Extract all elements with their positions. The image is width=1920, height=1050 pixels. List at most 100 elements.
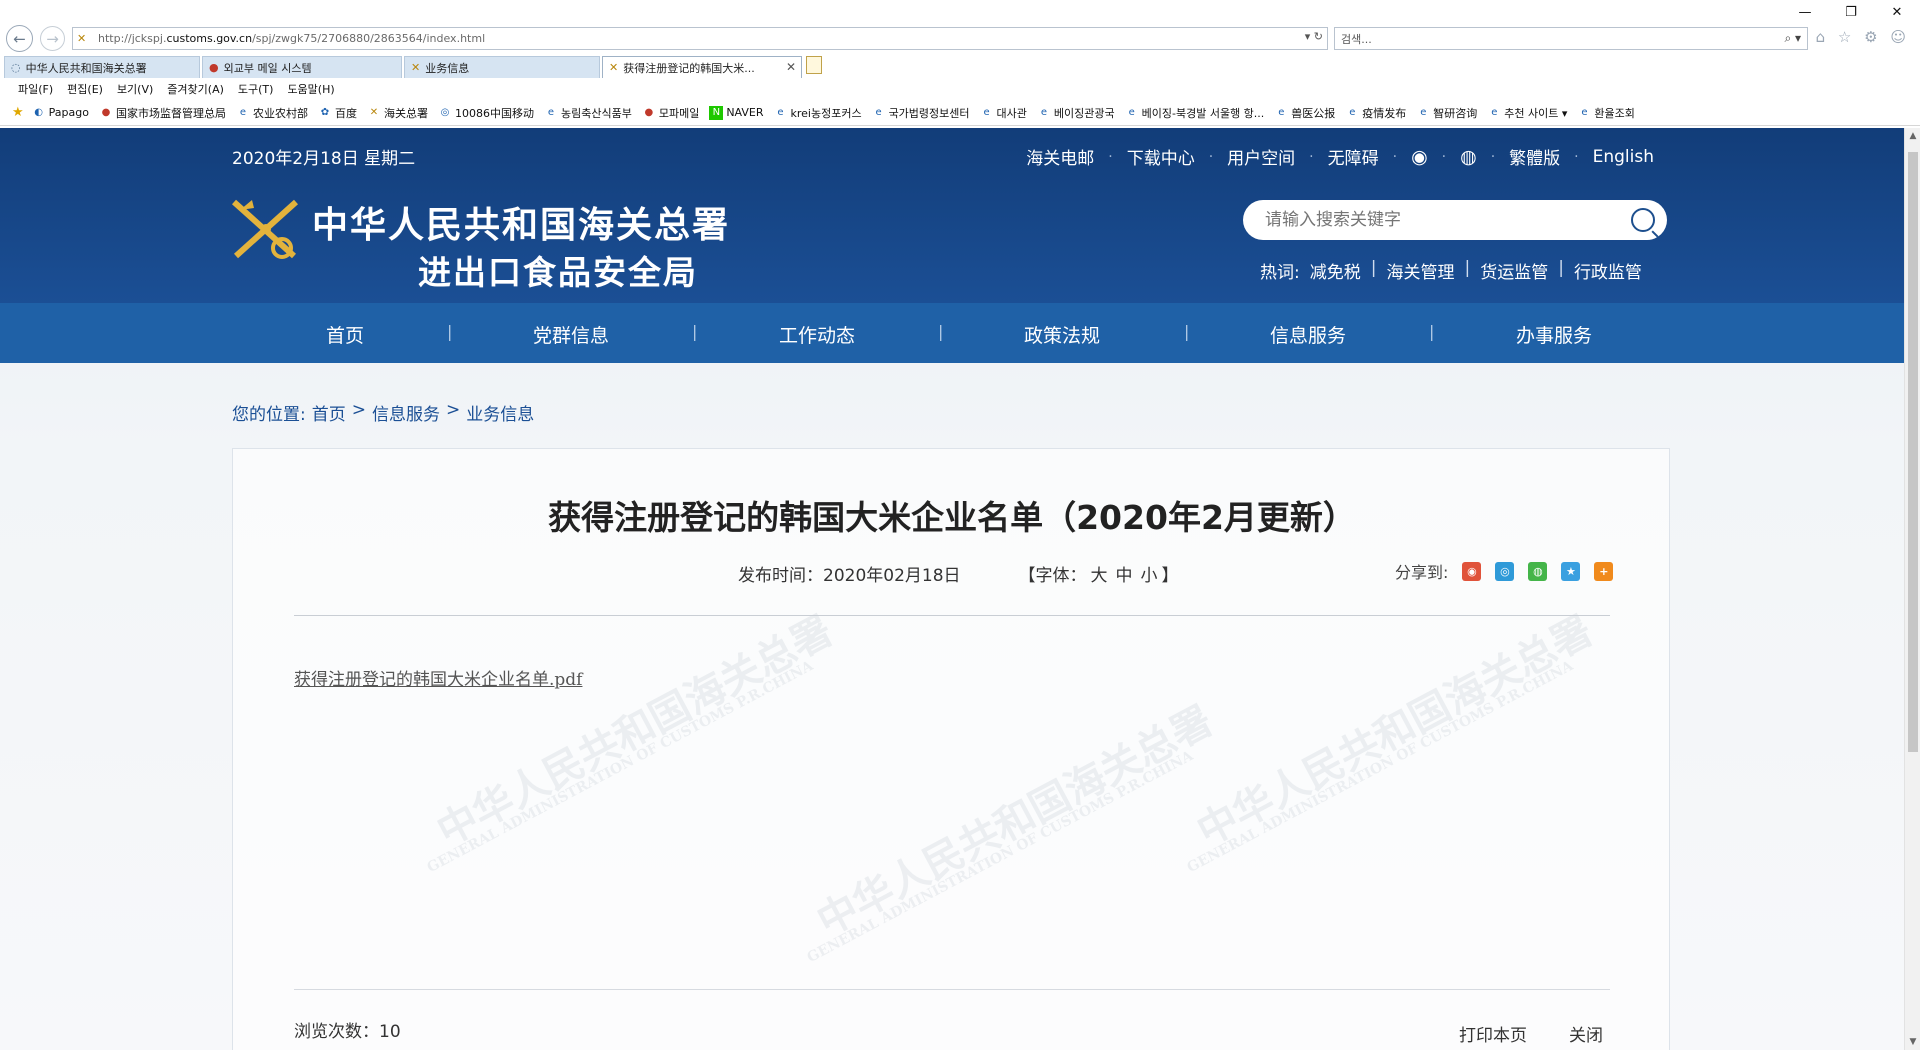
- nav-affairs-service[interactable]: 办事服务: [1516, 321, 1592, 348]
- site-search-box: [1243, 200, 1667, 240]
- fav-item[interactable]: e 兽医公报: [1274, 105, 1335, 121]
- scroll-up-icon[interactable]: ▲: [1905, 128, 1920, 144]
- browser-search-input[interactable]: 검색... ⌕ ▾: [1334, 27, 1808, 50]
- fav-item[interactable]: e 추천 사이트 ▾: [1487, 105, 1567, 121]
- wechat-icon[interactable]: ◍: [1446, 146, 1491, 168]
- fav-item[interactable]: e 국가법령정보센터: [872, 105, 969, 121]
- korea-flag-icon: ●: [209, 61, 219, 74]
- search-icon[interactable]: ⌕ ▾: [1784, 31, 1801, 46]
- share-bar: 分享到: ◉ ◎ ◍ ★ +: [1395, 559, 1614, 583]
- baidu-icon: ✿: [320, 107, 330, 118]
- share-wechat-icon[interactable]: ◍: [1528, 561, 1548, 581]
- link-customs-mail[interactable]: 海关电邮: [1012, 144, 1108, 169]
- site-favicon-icon: ✕: [369, 107, 379, 118]
- fav-item[interactable]: ✿ 百度: [318, 105, 357, 121]
- fav-item[interactable]: e 智研咨询: [1416, 105, 1477, 121]
- link-accessibility[interactable]: 无障碍: [1314, 144, 1393, 169]
- weibo-icon[interactable]: ◉: [1397, 146, 1442, 168]
- link-traditional-chinese[interactable]: 繁體版: [1495, 144, 1574, 169]
- menu-file[interactable]: 파일(F): [18, 81, 53, 97]
- fav-item[interactable]: ● 모파메일: [642, 105, 699, 121]
- nav-info-service[interactable]: 信息服务: [1270, 321, 1346, 348]
- font-size-medium[interactable]: 中: [1116, 566, 1133, 586]
- print-button[interactable]: 打印本页: [1459, 1021, 1527, 1046]
- breadcrumb-label: 您的位置:: [232, 405, 306, 425]
- minimize-button[interactable]: —: [1782, 0, 1828, 24]
- scroll-thumb[interactable]: [1908, 152, 1918, 752]
- font-size-large[interactable]: 大: [1091, 566, 1108, 586]
- hotword-link[interactable]: 海关管理: [1386, 258, 1454, 283]
- pdf-attachment-link[interactable]: 获得注册登记的韩国大米企业名单.pdf: [294, 665, 582, 690]
- fav-item[interactable]: e 베이징관광국: [1037, 105, 1115, 121]
- forward-button[interactable]: →: [40, 26, 65, 51]
- nav-home[interactable]: 首页: [326, 321, 364, 348]
- fav-item[interactable]: e 农业农村部: [236, 105, 308, 121]
- fav-item[interactable]: e krei농정포커스: [773, 105, 861, 121]
- ie-page-icon: e: [1128, 107, 1135, 118]
- fav-item[interactable]: N NAVER: [709, 105, 763, 120]
- tab-strip: ◌ 中华人民共和国海关总署 ● 외교부 메일 시스템 ✕ 业务信息 ✕ 获得注册…: [0, 54, 1920, 78]
- menu-tools[interactable]: 도구(T): [238, 81, 274, 97]
- search-icon[interactable]: [1631, 208, 1655, 232]
- nav-policy[interactable]: 政策法规: [1024, 321, 1100, 348]
- tab-business-info[interactable]: ✕ 业务信息: [404, 56, 600, 78]
- menu-favorites[interactable]: 즐겨찾기(A): [167, 81, 224, 97]
- nav-party-info[interactable]: 党群信息: [533, 321, 609, 348]
- breadcrumb: 您的位置: 首页 > 信息服务 > 业务信息: [232, 400, 535, 425]
- new-tab-button[interactable]: [806, 56, 822, 74]
- refresh-icon[interactable]: ▾ ↻: [1305, 30, 1323, 43]
- site-header: 2020年2月18日 星期二 海关电邮 · 下载中心 · 用户空间 · 无障碍 …: [0, 128, 1904, 303]
- link-download-center[interactable]: 下载中心: [1113, 144, 1209, 169]
- nav-work-news[interactable]: 工作动态: [779, 321, 855, 348]
- fav-item[interactable]: e 농림축산식품부: [544, 105, 632, 121]
- favorites-star-icon[interactable]: ★: [12, 105, 24, 120]
- fav-item[interactable]: ◎ 10086中国移动: [438, 105, 534, 121]
- restore-button[interactable]: ❐: [1828, 0, 1874, 24]
- address-bar[interactable]: ✕ http://jckspj.customs.gov.cn/spj/zwgk7…: [72, 27, 1328, 50]
- fav-item[interactable]: ● 国家市场监督管理总局: [99, 105, 226, 121]
- tab-mofa-mail[interactable]: ● 외교부 메일 시스템: [202, 56, 402, 78]
- fav-item[interactable]: ✕ 海关总署: [367, 105, 428, 121]
- link-user-space[interactable]: 用户空间: [1213, 144, 1309, 169]
- hotword-link[interactable]: 减免税: [1310, 258, 1361, 283]
- fav-item[interactable]: e 疫情发布: [1345, 105, 1406, 121]
- scroll-down-icon[interactable]: ▼: [1905, 1034, 1920, 1050]
- share-weibo-icon[interactable]: ◉: [1462, 561, 1482, 581]
- breadcrumb-home[interactable]: 首页: [312, 400, 346, 425]
- close-window-button[interactable]: ✕: [1874, 0, 1920, 24]
- page-scrollbar[interactable]: ▲ ▼: [1904, 128, 1920, 1050]
- font-size-small[interactable]: 小: [1141, 566, 1158, 586]
- site-search-input[interactable]: [1265, 210, 1605, 230]
- watermark: GENERAL ADMINISTRATION OF CUSTOMS P.R.CH…: [1184, 657, 1576, 877]
- share-more-icon[interactable]: +: [1594, 561, 1614, 581]
- home-favorites-settings-icons[interactable]: ⌂ ☆ ⚙ ☺: [1816, 28, 1910, 46]
- menu-edit[interactable]: 편집(E): [67, 81, 103, 97]
- watermark: 中华人民共和国海关总署: [809, 697, 1220, 946]
- fav-item[interactable]: ◐ Papago: [32, 106, 89, 120]
- breadcrumb-business-info[interactable]: 业务信息: [466, 400, 534, 425]
- view-count: 浏览次数：10: [294, 1022, 401, 1042]
- share-qq-star-icon[interactable]: ★: [1561, 561, 1581, 581]
- ie-page-icon: e: [1278, 107, 1285, 118]
- fav-item[interactable]: e 대사관: [980, 105, 1026, 121]
- tab-rice-list[interactable]: ✕ 获得注册登记的韩国大米... ✕: [602, 56, 802, 78]
- ie-page-icon: e: [1581, 107, 1588, 118]
- url-text: http://jckspj.customs.gov.cn/spj/zwgk75/…: [98, 32, 486, 45]
- article-panel: 中华人民共和国海关总署 GENERAL ADMINISTRATION OF CU…: [232, 448, 1670, 1050]
- current-date: 2020年2月18日 星期二: [232, 149, 416, 169]
- fav-item[interactable]: e 환율조회: [1577, 105, 1635, 121]
- link-english[interactable]: English: [1579, 147, 1668, 167]
- share-qzone-icon[interactable]: ◎: [1495, 561, 1515, 581]
- ie-page-icon: e: [1349, 107, 1356, 118]
- close-tab-icon[interactable]: ✕: [786, 60, 796, 74]
- menu-view[interactable]: 보기(V): [117, 81, 153, 97]
- hotword-link[interactable]: 行政监管: [1574, 258, 1642, 283]
- hotword-link[interactable]: 货运监管: [1480, 258, 1548, 283]
- fav-item[interactable]: e 베이징-북경발 서울행 항...: [1125, 105, 1265, 121]
- back-button[interactable]: ←: [6, 25, 33, 52]
- tab-customs-home[interactable]: ◌ 中华人民共和国海关总署: [4, 56, 200, 78]
- loading-icon: ◌: [11, 61, 21, 74]
- breadcrumb-info-service[interactable]: 信息服务: [372, 400, 440, 425]
- menu-help[interactable]: 도움말(H): [287, 81, 334, 97]
- close-button[interactable]: 关闭: [1569, 1021, 1603, 1046]
